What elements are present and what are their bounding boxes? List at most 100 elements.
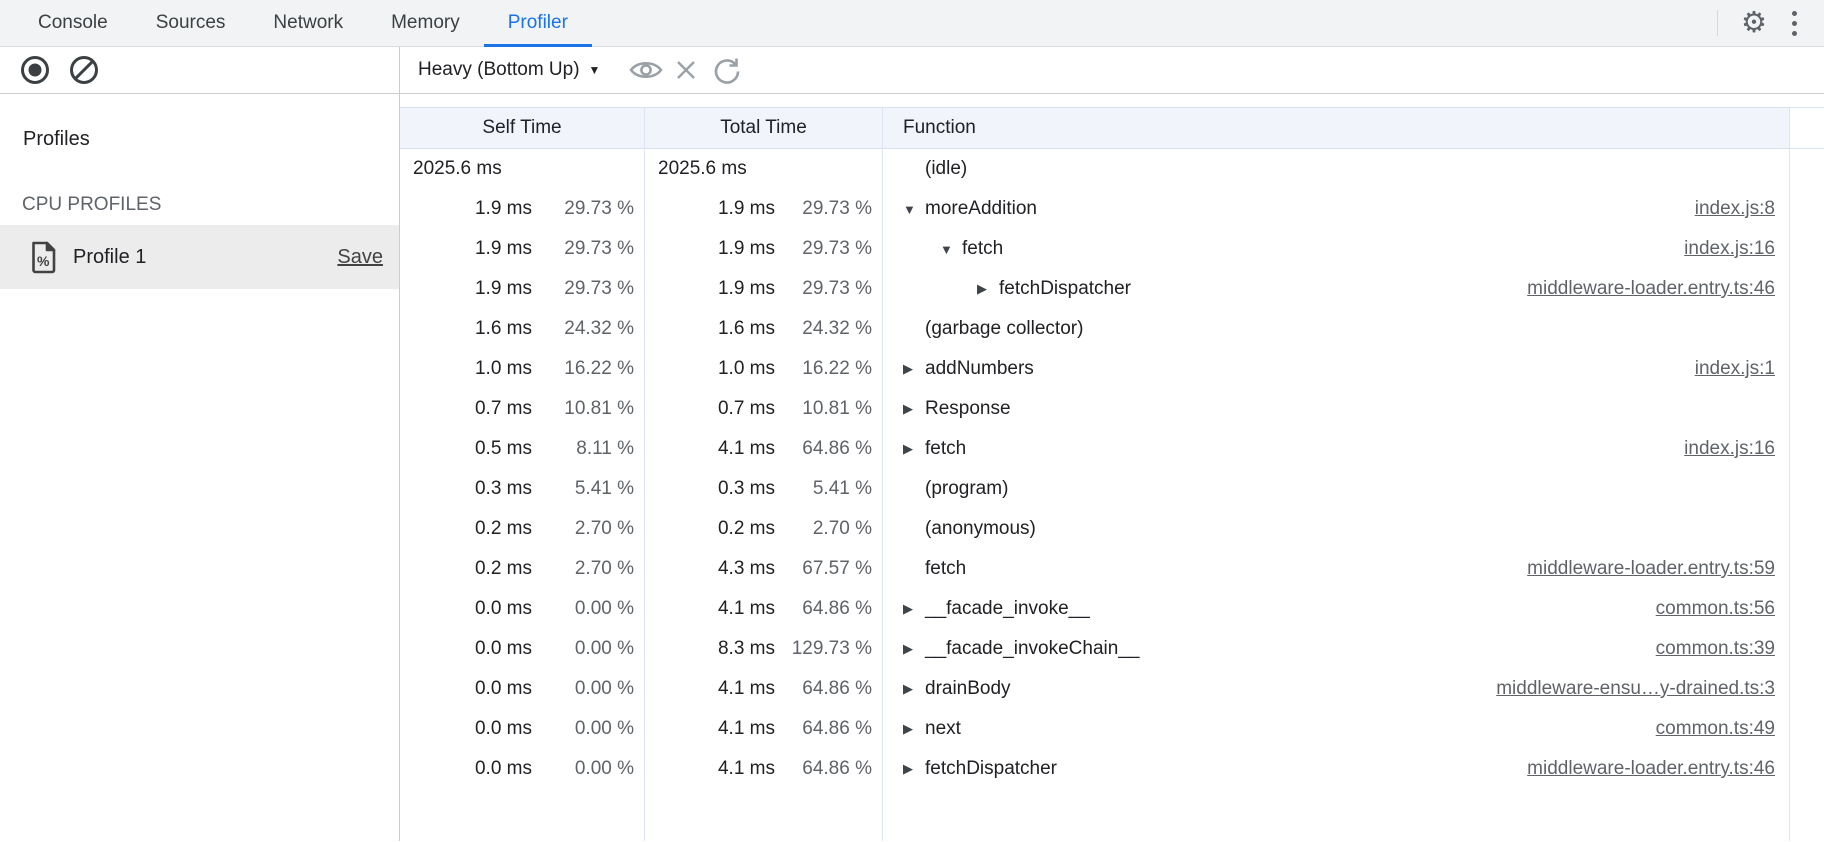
table-row[interactable]: 1.6 ms 24.32 % 1.6 ms 24.32 % (garbage c…	[400, 309, 1824, 349]
source-location-link[interactable]: middleware-loader.entry.ts:46	[1527, 758, 1789, 780]
self-time-ms: 0.3 ms	[475, 478, 532, 500]
table-row[interactable]: 0.2 ms 2.70 % 0.2 ms 2.70 % (anonymous)	[400, 509, 1824, 549]
total-time-cell: 4.1 ms 64.86 %	[645, 589, 883, 629]
source-location-link[interactable]: common.ts:56	[1656, 598, 1789, 620]
total-time-cell: 1.0 ms 16.22 %	[645, 349, 883, 389]
table-row[interactable]: 0.0 ms 0.00 % 4.1 ms 64.86 % ▶ next comm…	[400, 709, 1824, 749]
source-location-link[interactable]: index.js:8	[1695, 198, 1789, 220]
table-row[interactable]: 0.0 ms 0.00 % 4.1 ms 64.86 % ▶ fetchDisp…	[400, 749, 1824, 789]
settings-button[interactable]: ⚙	[1734, 3, 1774, 43]
source-location-link[interactable]: middleware-loader.entry.ts:46	[1527, 278, 1789, 300]
column-header-total-time[interactable]: Total Time	[645, 108, 883, 148]
tree-expand-arrow-icon[interactable]: ▼	[903, 202, 925, 217]
clear-all-profiles-button[interactable]	[64, 50, 104, 90]
self-time-percent: 0.00 %	[532, 598, 644, 620]
save-profile-link[interactable]: Save	[337, 246, 383, 269]
table-row[interactable]: 0.2 ms 2.70 % 4.3 ms 67.57 % fetch middl…	[400, 549, 1824, 589]
source-location-link[interactable]: middleware-loader.entry.ts:59	[1527, 558, 1789, 580]
tree-expand-arrow-icon[interactable]: ▶	[903, 601, 925, 617]
scrollbar-gutter	[1790, 108, 1824, 148]
self-time-ms: 1.0 ms	[475, 358, 532, 380]
function-cell: ▶ Response	[883, 389, 1790, 429]
self-time-cell: 1.0 ms 16.22 %	[400, 349, 645, 389]
tree-expand-arrow-icon[interactable]: ▶	[903, 721, 925, 737]
source-location-link[interactable]: middleware-ensu…y-drained.ts:3	[1496, 678, 1789, 700]
profiler-main: Profiles CPU PROFILES % Profile 1 Save S…	[0, 94, 1824, 841]
table-row[interactable]: 0.7 ms 10.81 % 0.7 ms 10.81 % ▶ Response	[400, 389, 1824, 429]
tree-expand-arrow-icon[interactable]: ▶	[903, 401, 925, 417]
tree-expand-arrow-icon[interactable]: ▶	[903, 441, 925, 457]
self-time-ms: 0.0 ms	[475, 678, 532, 700]
total-time-percent: 64.86 %	[775, 678, 882, 700]
self-time-cell: 1.9 ms 29.73 %	[400, 269, 645, 309]
self-time-percent: 2.70 %	[532, 518, 644, 540]
self-time-percent: 29.73 %	[532, 278, 644, 300]
restore-all-button[interactable]	[706, 50, 746, 90]
table-row[interactable]: 1.9 ms 29.73 % 1.9 ms 29.73 % ▼ moreAddi…	[400, 189, 1824, 229]
total-time-percent: 29.73 %	[775, 198, 882, 220]
tree-expand-arrow-icon[interactable]: ▶	[977, 281, 999, 297]
source-location-link[interactable]: index.js:16	[1684, 238, 1789, 260]
more-menu-button[interactable]	[1774, 3, 1814, 43]
total-time-ms: 1.6 ms	[718, 318, 775, 340]
close-icon	[674, 58, 698, 82]
record-button[interactable]	[15, 50, 55, 90]
source-location-link[interactable]: common.ts:39	[1656, 638, 1789, 660]
scrollbar-gutter	[1790, 429, 1824, 469]
table-row[interactable]: 1.9 ms 29.73 % 1.9 ms 29.73 % ▶ fetchDis…	[400, 269, 1824, 309]
total-time-percent: 64.86 %	[775, 598, 882, 620]
table-row[interactable]: 0.0 ms 0.00 % 4.1 ms 64.86 % ▶ __facade_…	[400, 589, 1824, 629]
tree-expand-arrow-icon[interactable]: ▶	[903, 641, 925, 657]
source-location-link[interactable]: index.js:1	[1695, 358, 1789, 380]
total-time-ms: 4.1 ms	[718, 598, 775, 620]
self-time-percent: 0.00 %	[532, 678, 644, 700]
table-row[interactable]: 2025.6 ms 2025.6 ms (idle)	[400, 149, 1824, 189]
exclude-selected-button[interactable]	[666, 50, 706, 90]
scrollbar-gutter	[1790, 509, 1824, 549]
clear-icon	[68, 54, 100, 86]
tree-expand-arrow-icon[interactable]: ▶	[903, 761, 925, 777]
table-row[interactable]: 0.0 ms 0.00 % 8.3 ms 129.73 % ▶ __facade…	[400, 629, 1824, 669]
focus-selected-button[interactable]	[626, 50, 666, 90]
total-time-ms: 4.1 ms	[718, 678, 775, 700]
source-location-link[interactable]: index.js:16	[1684, 438, 1789, 460]
self-time-cell: 0.7 ms 10.81 %	[400, 389, 645, 429]
grid-header: Self Time Total Time Function	[400, 107, 1824, 149]
total-time-ms: 0.3 ms	[718, 478, 775, 500]
self-time-cell: 0.0 ms 0.00 %	[400, 709, 645, 749]
self-time-percent: 0.00 %	[532, 638, 644, 660]
self-time-cell: 0.2 ms 2.70 %	[400, 509, 645, 549]
total-time-cell: 4.1 ms 64.86 %	[645, 749, 883, 789]
function-name: addNumbers	[925, 358, 1034, 380]
tree-expand-arrow-icon[interactable]: ▼	[940, 242, 962, 257]
table-row[interactable]: 0.3 ms 5.41 % 0.3 ms 5.41 % (program)	[400, 469, 1824, 509]
profiler-toolbar: Heavy (Bottom Up) ▼	[0, 47, 1824, 94]
sidebar-item-profile-1[interactable]: % Profile 1 Save	[0, 225, 399, 289]
total-time-percent: 16.22 %	[775, 358, 882, 380]
tab-bar-right: ⚙	[1701, 0, 1824, 46]
function-name: moreAddition	[925, 198, 1037, 220]
table-row[interactable]: 0.0 ms 0.00 % 4.1 ms 64.86 % ▶ drainBody…	[400, 669, 1824, 709]
tab-network[interactable]: Network	[249, 0, 367, 46]
tab-console[interactable]: Console	[14, 0, 132, 46]
tab-profiler[interactable]: Profiler	[484, 0, 592, 46]
total-time-percent: 24.32 %	[775, 318, 882, 340]
total-time-ms: 0.7 ms	[718, 398, 775, 420]
source-location-link[interactable]: common.ts:49	[1656, 718, 1789, 740]
function-cell: (program)	[883, 469, 1790, 509]
column-header-function[interactable]: Function	[883, 108, 1790, 148]
refresh-icon	[711, 55, 741, 85]
total-time-percent: 29.73 %	[775, 278, 882, 300]
view-mode-select[interactable]: Heavy (Bottom Up) ▼	[418, 59, 600, 81]
tab-memory[interactable]: Memory	[367, 0, 484, 46]
table-row[interactable]: 0.5 ms 8.11 % 4.1 ms 64.86 % ▶ fetch ind…	[400, 429, 1824, 469]
tab-sources[interactable]: Sources	[132, 0, 250, 46]
table-row[interactable]: 1.0 ms 16.22 % 1.0 ms 16.22 % ▶ addNumbe…	[400, 349, 1824, 389]
column-header-self-time[interactable]: Self Time	[400, 108, 645, 148]
table-row[interactable]: 1.9 ms 29.73 % 1.9 ms 29.73 % ▼ fetch in…	[400, 229, 1824, 269]
function-name: fetch	[925, 558, 966, 580]
tree-expand-arrow-icon[interactable]: ▶	[903, 361, 925, 377]
function-name: fetchDispatcher	[999, 278, 1131, 300]
total-time-ms: 1.9 ms	[718, 238, 775, 260]
tree-expand-arrow-icon[interactable]: ▶	[903, 681, 925, 697]
